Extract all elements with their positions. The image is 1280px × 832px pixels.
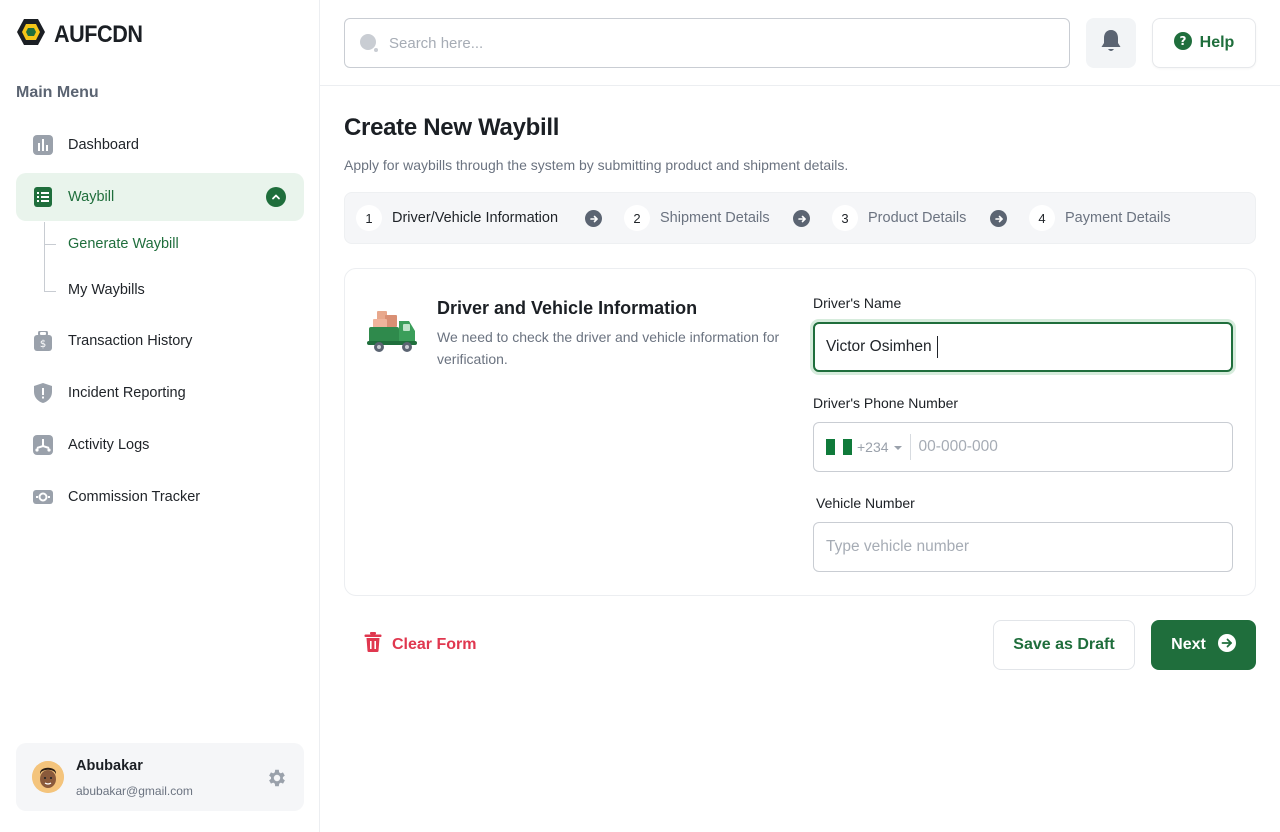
topbar: ? Help: [320, 0, 1280, 86]
driver-name-value: Victor Osimhen: [826, 338, 932, 355]
sidebar-item-label: Waybill: [68, 189, 115, 205]
arrow-right-circle-icon: [1217, 633, 1236, 657]
driver-name-field[interactable]: Victor Osimhen: [813, 322, 1233, 372]
submenu-branch: [44, 244, 56, 245]
stepper: 1 Driver/Vehicle Information 2 Shipment …: [344, 192, 1256, 244]
step-driver-vehicle[interactable]: 1 Driver/Vehicle Information: [356, 205, 558, 231]
sidebar-subitem-my-waybills[interactable]: My Waybills: [68, 282, 145, 298]
brand-name: AUFCDN: [54, 20, 143, 48]
hexagon-logo-icon: [16, 18, 46, 51]
truck-icon: [367, 307, 419, 355]
activity-icon: [33, 435, 53, 455]
sidebar-item-activity-logs[interactable]: Activity Logs: [16, 421, 304, 469]
wallet-icon: $: [33, 331, 53, 351]
notifications-button[interactable]: [1086, 18, 1136, 68]
driver-phone-label: Driver's Phone Number: [813, 395, 959, 411]
arrow-right-icon: [793, 210, 810, 227]
bell-icon: [1100, 29, 1122, 58]
arrow-right-icon: [990, 210, 1007, 227]
vehicle-number-placeholder: Type vehicle number: [826, 538, 970, 555]
sidebar-item-dashboard[interactable]: Dashboard: [16, 121, 304, 169]
bar-chart-icon: [33, 135, 53, 155]
step-label: Shipment Details: [660, 210, 770, 226]
clear-form-label: Clear Form: [392, 635, 477, 653]
sidebar-item-label: Transaction History: [68, 333, 193, 349]
vehicle-number-label: Vehicle Number: [816, 495, 915, 511]
driver-vehicle-form: Driver and Vehicle Information We need t…: [344, 268, 1256, 596]
step-number: 1: [356, 205, 382, 231]
cash-icon: [33, 487, 53, 507]
menu-heading: Main Menu: [16, 84, 99, 101]
country-code-select[interactable]: +234: [826, 434, 911, 460]
app-root: AUFCDN Main Menu Dashboard Waybill Gener…: [0, 0, 1280, 832]
driver-phone-placeholder: 00-000-000: [918, 438, 998, 455]
user-email: abubakar@gmail.com: [76, 784, 193, 798]
sidebar: AUFCDN Main Menu Dashboard Waybill Gener…: [0, 0, 320, 832]
country-code-value: +234: [857, 439, 889, 455]
sidebar-item-commission-tracker[interactable]: Commission Tracker: [16, 473, 304, 521]
step-shipment-details[interactable]: 2 Shipment Details: [624, 205, 770, 231]
search-bar[interactable]: [344, 18, 1070, 68]
sidebar-item-waybill[interactable]: Waybill: [16, 173, 304, 221]
driver-phone-field[interactable]: +234 00-000-000: [813, 422, 1233, 472]
arrow-right-icon: [585, 210, 602, 227]
page-subtitle: Apply for waybills through the system by…: [344, 157, 849, 173]
search-icon: [359, 33, 379, 53]
chevron-up-icon[interactable]: [266, 187, 286, 207]
help-circle-icon: ?: [1173, 31, 1192, 55]
sidebar-item-label: Commission Tracker: [68, 489, 201, 505]
section-title: Driver and Vehicle Information: [437, 298, 698, 318]
user-card: Abubakar abubakar@gmail.com: [16, 743, 304, 811]
clear-form-button[interactable]: Clear Form: [364, 632, 476, 657]
submenu-line: [44, 222, 45, 292]
trash-icon: [364, 632, 382, 657]
help-label: Help: [1199, 34, 1235, 51]
svg-text:?: ?: [1179, 34, 1186, 48]
step-payment-details[interactable]: 4 Payment Details: [1029, 205, 1171, 231]
driver-name-label: Driver's Name: [813, 295, 902, 311]
submenu-branch: [44, 291, 56, 292]
next-button[interactable]: Next: [1151, 620, 1256, 670]
step-number: 3: [832, 205, 858, 231]
avatar[interactable]: [32, 761, 64, 793]
caret-down-icon: [893, 438, 902, 456]
help-button[interactable]: ? Help: [1152, 18, 1256, 68]
gear-icon[interactable]: [266, 767, 288, 789]
shield-alert-icon: [33, 383, 53, 403]
step-label: Driver/Vehicle Information: [392, 210, 559, 226]
step-number: 2: [624, 205, 650, 231]
step-label: Payment Details: [1065, 210, 1171, 226]
vehicle-number-field[interactable]: Type vehicle number: [813, 522, 1233, 572]
step-number: 4: [1029, 205, 1055, 231]
step-label: Product Details: [868, 210, 967, 226]
text-caret: [936, 336, 939, 358]
sidebar-item-label: Incident Reporting: [68, 385, 186, 401]
step-product-details[interactable]: 3 Product Details: [832, 205, 966, 231]
save-draft-button[interactable]: Save as Draft: [993, 620, 1135, 670]
search-input[interactable]: [389, 34, 1049, 52]
document-list-icon: [33, 187, 53, 207]
page-title: Create New Waybill: [344, 114, 560, 141]
sidebar-item-label: Activity Logs: [68, 437, 150, 453]
sidebar-item-transaction-history[interactable]: $ Transaction History: [16, 317, 304, 365]
user-name: Abubakar: [76, 758, 143, 774]
brand[interactable]: AUFCDN: [16, 18, 152, 51]
sidebar-item-incident-reporting[interactable]: Incident Reporting: [16, 369, 304, 417]
next-label: Next: [1171, 636, 1206, 653]
sidebar-item-label: Dashboard: [68, 137, 139, 153]
section-description: We need to check the driver and vehicle …: [437, 329, 780, 367]
sidebar-subitem-generate-waybill[interactable]: Generate Waybill: [68, 236, 179, 252]
nigeria-flag-icon: [826, 439, 853, 455]
svg-text:$: $: [40, 339, 46, 350]
